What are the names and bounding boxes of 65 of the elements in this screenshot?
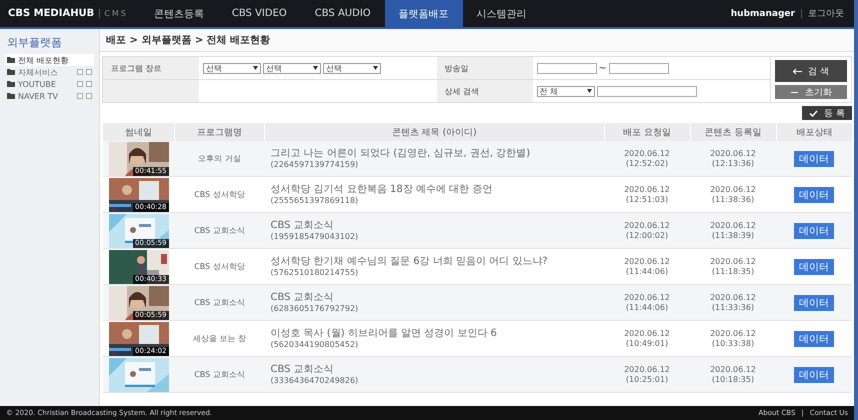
logout-link[interactable]: 로그아웃 (808, 7, 844, 20)
table-cell: CBS 교회소식 (6283605176792792) (264, 284, 604, 320)
table-cell: CBS 교회소식 (1959185479043102) (264, 212, 604, 248)
column-header: 썸네일 (102, 123, 174, 141)
nav-tab[interactable]: 시스템관리 (462, 0, 541, 27)
table-cell: CBS 교회소식 (174, 356, 264, 392)
table-cell: 2020.06.12 (11:38:39) (690, 212, 776, 248)
status-button[interactable]: 데이터 (794, 258, 834, 274)
table-cell: 2020.06.12 (12:00:02) (604, 212, 690, 248)
select-field[interactable]: 선택 (323, 62, 381, 74)
user-name: hubmanager (730, 8, 795, 18)
nav-tab[interactable]: CBS AUDIO (300, 0, 385, 27)
field-label: 상세 검색 (436, 79, 532, 102)
date-field[interactable] (608, 62, 669, 74)
nav-tab[interactable]: 콘텐츠등록 (140, 0, 218, 27)
breadcrumb: 배포 > 외부플랫폼 > 전체 배포현황 (100, 29, 854, 52)
caret-icon (313, 66, 318, 70)
select-field[interactable]: 전 체 (536, 86, 594, 96)
range-separator: ~ (598, 62, 607, 74)
table-cell: 그리고 나는 어른이 되었다 (김영란, 심규보, 권선, 강한별) (2264597139774159) (264, 141, 604, 176)
nav-tab[interactable]: CBS VIDEO (218, 0, 301, 27)
arrow-icon (793, 68, 802, 74)
table-cell: 2020.06.12 (10:25:01) (604, 356, 690, 392)
status-button[interactable]: 데이터 (794, 366, 834, 382)
logo-subtitle: CMS (99, 9, 128, 18)
reset-button[interactable]: 초기화 (775, 85, 847, 99)
sidebar-item[interactable]: YOUTUBE (5, 78, 94, 90)
register-button[interactable]: 등 록 (802, 106, 852, 120)
field-label: 프로그램 장르 (103, 57, 199, 79)
table-cell: 2020.06.12 (11:44:06) (604, 284, 690, 320)
sidebar-item[interactable]: NAVER TV (5, 90, 94, 102)
search-field[interactable] (596, 86, 696, 96)
status-button[interactable]: 데이터 (794, 222, 834, 238)
select-field[interactable]: 선택 (203, 62, 261, 74)
table-cell: CBS 교회소식 (174, 284, 264, 320)
table-cell: 2020.06.12 (11:33:36) (690, 284, 776, 320)
sidebar-title: 외부플랫폼 (7, 35, 63, 50)
table-cell: 오후의 거실 (174, 141, 264, 176)
check-icon (809, 110, 818, 116)
table-cell: CBS 교회소식 (174, 212, 264, 248)
logo[interactable]: CBS MEDIAHUB (8, 8, 94, 19)
field-label: 방송일 (436, 57, 532, 79)
status-button[interactable]: 데이터 (794, 294, 834, 310)
table-cell: 2020.06.12 (10:18:35) (690, 356, 776, 392)
nav-tab[interactable]: 플랫폼배포 (384, 0, 463, 27)
caret-icon (253, 66, 258, 70)
status-button[interactable]: 데이터 (794, 330, 834, 346)
column-header: 콘텐츠 제목 (아이디) (264, 123, 604, 141)
table-cell: 2020.06.12 (12:52:02) (604, 141, 690, 176)
separator: | (800, 8, 803, 18)
sidebar-item[interactable]: 자체서비스 (5, 66, 94, 78)
sidebar-item[interactable]: 전체 배포현황 (5, 54, 94, 66)
column-header: 배포 요청일 (604, 123, 690, 141)
caret-icon (586, 89, 592, 93)
table-cell: CBS 교회소식 (3336436470249826) (264, 356, 604, 392)
status-button[interactable]: 데이터 (794, 150, 834, 166)
column-header: 콘텐츠 등록일 (690, 123, 776, 141)
column-header: 프로그램명 (174, 123, 264, 141)
column-header: 배포상태 (776, 123, 852, 141)
date-field[interactable] (536, 62, 596, 74)
caret-icon (373, 66, 378, 70)
table-cell: 2020.06.12 (12:13:36) (690, 141, 776, 176)
status-button[interactable]: 데이터 (794, 186, 834, 202)
select-field[interactable]: 선택 (263, 62, 321, 74)
search-button[interactable]: 검 색 (775, 60, 847, 82)
